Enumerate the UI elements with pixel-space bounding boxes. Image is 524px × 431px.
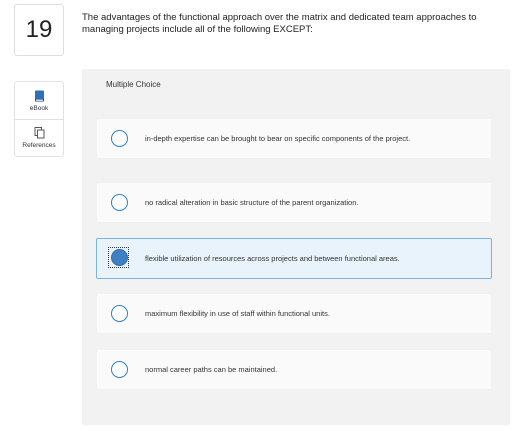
choice-option-2[interactable]: no radical alteration in basic structure… <box>96 182 492 223</box>
choice-text: maximum flexibility in use of staff with… <box>145 308 330 318</box>
tool-sidebar: eBook References <box>14 81 64 157</box>
radio-button[interactable] <box>111 361 128 378</box>
radio-button[interactable] <box>111 130 128 147</box>
panel-title: Multiple Choice <box>106 80 161 89</box>
choice-text: flexible utilization of resources across… <box>145 253 400 263</box>
answer-panel: Multiple Choice in-depth expertise can b… <box>82 69 510 425</box>
ebook-button[interactable]: eBook <box>15 82 63 119</box>
choice-text: no radical alteration in basic structure… <box>145 197 359 207</box>
question-number: 19 <box>14 4 64 56</box>
ebook-icon <box>34 90 45 102</box>
choice-option-3[interactable]: flexible utilization of resources across… <box>96 238 492 279</box>
radio-button[interactable] <box>111 194 128 211</box>
choice-text: normal career paths can be maintained. <box>145 364 278 374</box>
radio-button-selected[interactable] <box>111 249 128 266</box>
choice-option-5[interactable]: normal career paths can be maintained. <box>96 349 492 390</box>
references-button[interactable]: References <box>15 119 63 156</box>
focus-ring <box>108 247 129 268</box>
choice-text: in-depth expertise can be brought to bea… <box>145 133 411 143</box>
references-icon <box>34 127 45 139</box>
ebook-label: eBook <box>29 104 49 112</box>
radio-button[interactable] <box>111 305 128 322</box>
question-text: The advantages of the functional approac… <box>82 12 477 35</box>
choice-option-4[interactable]: maximum flexibility in use of staff with… <box>96 293 492 334</box>
choice-option-1[interactable]: in-depth expertise can be brought to bea… <box>96 118 492 159</box>
references-label: References <box>22 142 56 149</box>
